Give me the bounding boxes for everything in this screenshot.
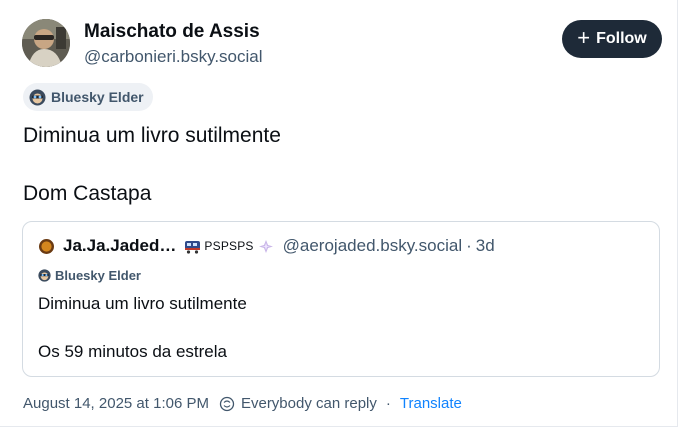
translate-link[interactable]: Translate (400, 395, 462, 412)
reply-settings-icon (219, 396, 235, 411)
separator-dot: · (385, 395, 391, 412)
quoted-post-time[interactable]: 3d (476, 236, 495, 256)
quoted-author-handle[interactable]: @aerojaded.bsky.social (283, 236, 462, 256)
post-timestamp[interactable]: August 14, 2025 at 1:06 PM (23, 395, 209, 412)
quoted-text-line-1: Diminua um livro sutilmente (38, 294, 247, 313)
quoted-post-card[interactable]: Ja.Ja.Jaded… PSPSPS @aerojaded.bsky.soci… (22, 221, 660, 377)
quoted-author-avatar[interactable] (39, 239, 54, 254)
train-emoji-icon (185, 240, 201, 254)
author-display-name[interactable]: Maischato de Assis (84, 21, 260, 43)
plus-icon: + (577, 25, 591, 50)
quoted-text-line-2: Os 59 minutos da estrela (38, 342, 227, 361)
reply-setting-label[interactable]: Everybody can reply (241, 395, 377, 412)
quoted-bluesky-elder-badge[interactable]: Bluesky Elder (38, 268, 141, 283)
author-handle[interactable]: @carbonieri.bsky.social (84, 47, 263, 67)
author-avatar[interactable] (22, 19, 70, 67)
badge-label: Bluesky Elder (51, 89, 144, 105)
sparkle-emoji-icon (258, 239, 273, 253)
follow-button-label: Follow (596, 30, 647, 47)
separator-dot: · (466, 236, 472, 255)
elder-badge-icon (38, 269, 51, 282)
user-avatar-photo-icon (22, 19, 70, 67)
bluesky-elder-badge[interactable]: Bluesky Elder (23, 83, 153, 111)
post-text-line-1: Diminua um livro sutilmente (23, 124, 281, 147)
elder-badge-icon (29, 89, 46, 105)
quoted-author-display-name[interactable]: Ja.Ja.Jaded… (63, 236, 176, 256)
post-text-line-2: Dom Castapa (23, 182, 152, 205)
post-footer: August 14, 2025 at 1:06 PM Everybody can… (23, 395, 462, 412)
quoted-badge-label: Bluesky Elder (55, 268, 141, 283)
follow-button[interactable]: + Follow (562, 20, 662, 58)
quoted-name-suffix: PSPSPS (204, 239, 254, 253)
post-card: Maischato de Assis @carbonieri.bsky.soci… (0, 0, 678, 427)
quoted-post-header: Ja.Ja.Jaded… PSPSPS @aerojaded.bsky.soci… (63, 236, 495, 256)
